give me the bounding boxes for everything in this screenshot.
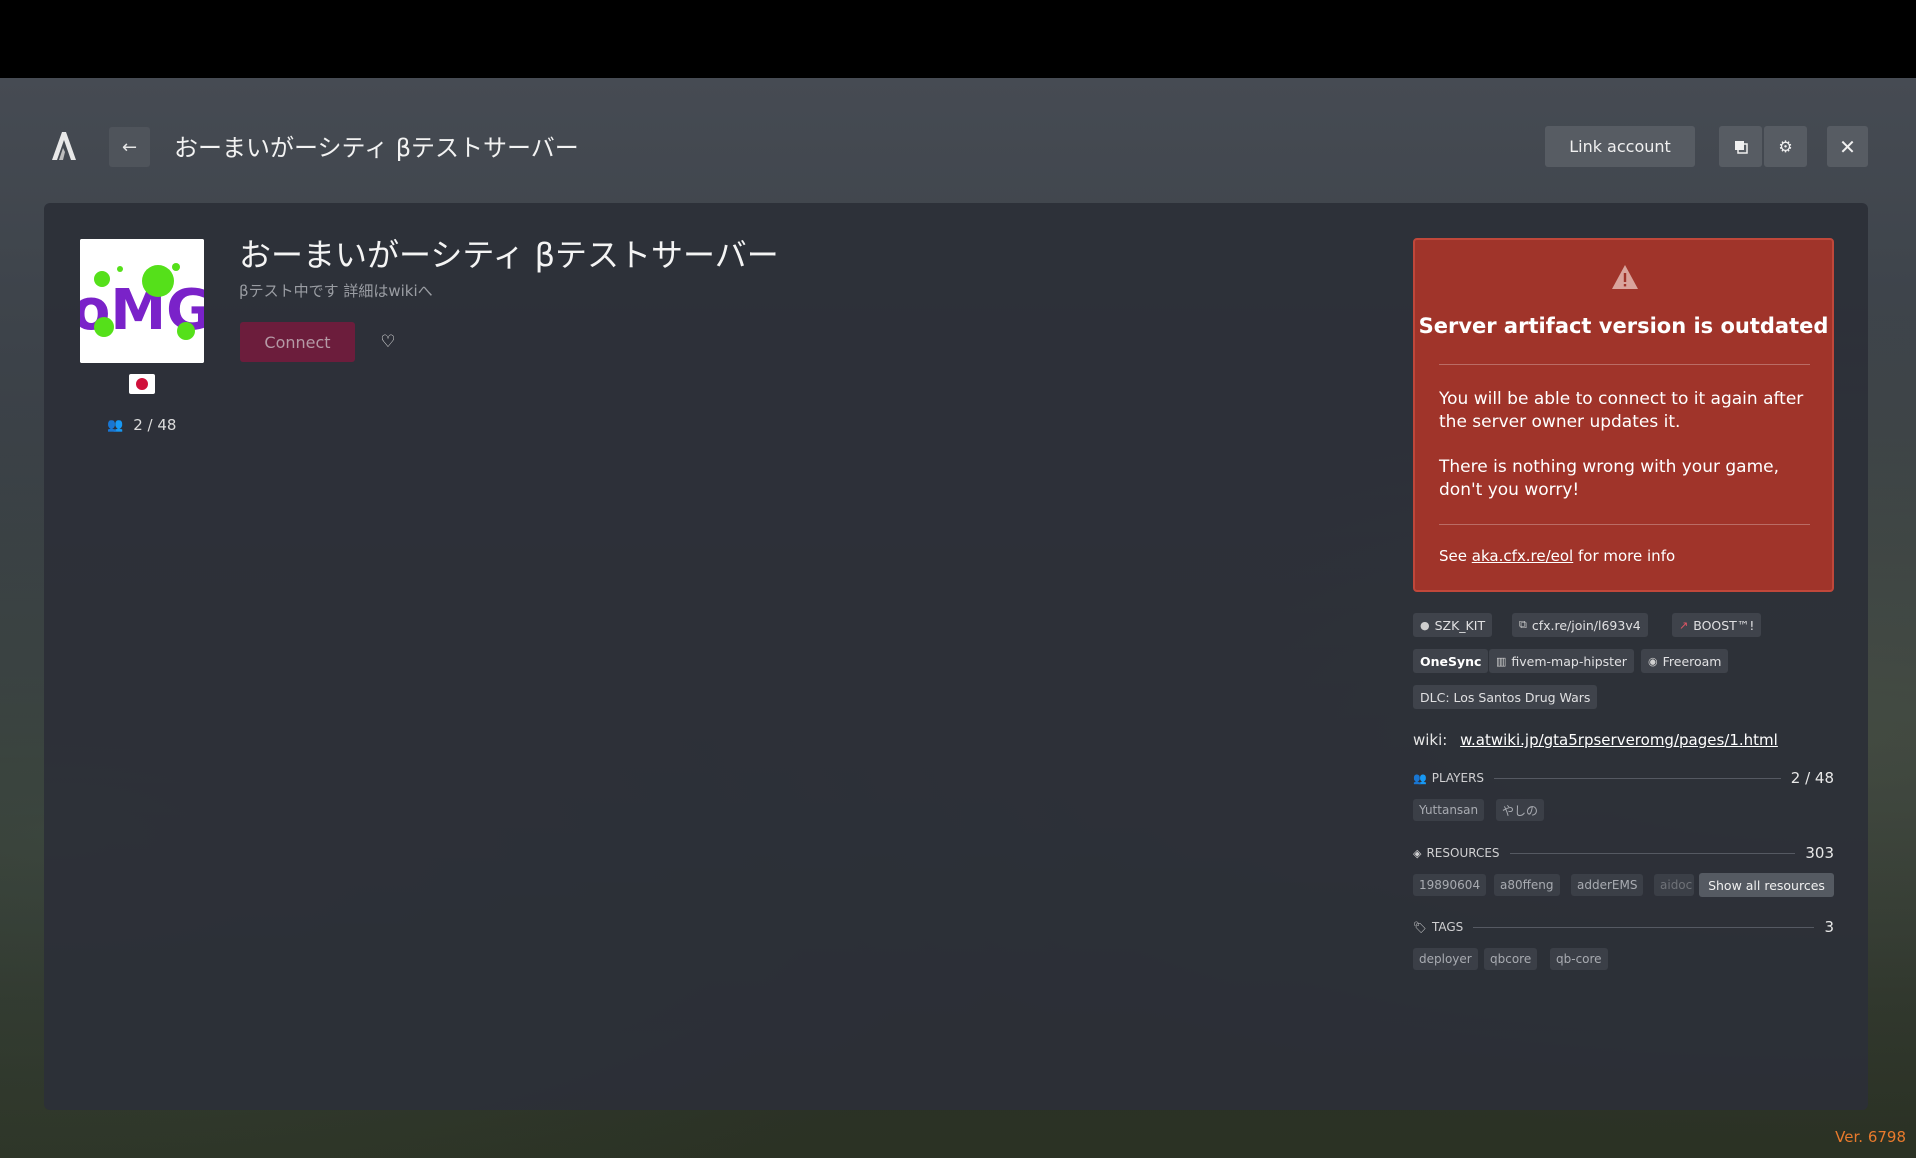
resources-section-header: ◈ RESOURCES 303 [1413, 844, 1834, 862]
back-button[interactable]: ← [109, 127, 150, 167]
favorite-button[interactable]: ♡ [376, 330, 400, 354]
onesync-chip: OneSync [1413, 649, 1489, 673]
country-flag-jp [129, 374, 155, 394]
settings-button[interactable]: ⚙ [1764, 126, 1807, 167]
player-item[interactable]: Yuttansan [1413, 799, 1485, 821]
divider [1439, 524, 1810, 525]
link-account-button[interactable]: Link account [1545, 126, 1695, 167]
resource-item: adderEMS [1571, 874, 1644, 896]
gametype-chip: ◉ Freeroam [1641, 649, 1729, 673]
player-count: 👥 2 / 48 [107, 416, 176, 434]
warning-text-1: You will be able to connect to it again … [1439, 389, 1804, 432]
boost-label: BOOST™! [1693, 617, 1755, 633]
map-chip: ▥ fivem-map-hipster [1489, 649, 1634, 673]
player-item[interactable]: やしの [1496, 799, 1545, 821]
divider [1509, 852, 1796, 854]
tags-label: TAGS [1431, 920, 1464, 934]
warning-title: Server artifact version is outdated [1418, 314, 1829, 338]
server-logo: oMG [80, 239, 204, 363]
resources-count: 303 [1805, 844, 1834, 862]
layers-icon: ◈ [1413, 846, 1422, 860]
server-logo-image: oMG [80, 239, 204, 363]
gametype-label: Freeroam [1662, 653, 1722, 669]
show-all-resources-button[interactable]: Show all resources [1699, 873, 1834, 897]
changelog-icon [1734, 140, 1748, 154]
server-name: おーまいがーシティ βテストサーバー [239, 236, 779, 274]
warning-more-info: See aka.cfx.re/eol for more info [1439, 547, 1675, 565]
tag-item: qb-core [1550, 948, 1608, 970]
players-section-header: 👥 PLAYERS 2 / 48 [1413, 769, 1834, 787]
arrow-left-icon: ← [121, 136, 138, 158]
cfx-logo-icon[interactable] [50, 130, 78, 162]
dlc-chip: DLC: Los Santos Drug Wars [1413, 685, 1598, 709]
map-icon: ▥ [1496, 654, 1507, 668]
join-link-label: cfx.re/join/l693v4 [1531, 617, 1641, 633]
version-label: Ver. 6798 [1835, 1128, 1906, 1146]
close-icon: ✕ [1839, 134, 1856, 159]
changelog-button[interactable] [1719, 126, 1762, 167]
dlc-label: DLC: Los Santos Drug Wars [1420, 689, 1591, 705]
heart-icon: ♡ [380, 332, 396, 352]
boost-chip[interactable]: ↗ BOOST™! [1672, 613, 1762, 637]
warning-text-2: There is nothing wrong with your game, d… [1439, 457, 1780, 500]
gamepad-icon: ◉ [1648, 654, 1658, 668]
see-prefix: See [1439, 547, 1467, 565]
tags-count: 3 [1824, 918, 1834, 936]
player-count-value: 2 / 48 [133, 416, 177, 434]
divider [1494, 777, 1781, 779]
tag-item: qbcore [1484, 948, 1538, 970]
outdated-warning: Server artifact version is outdated You … [1413, 238, 1834, 592]
see-suffix: for more info [1578, 547, 1676, 565]
players-count: 2 / 48 [1790, 769, 1834, 787]
top-black-bar [0, 0, 1916, 78]
join-link-chip[interactable]: ⧉ cfx.re/join/l693v4 [1512, 613, 1648, 637]
map-label: fivem-map-hipster [1511, 653, 1627, 669]
users-icon: 👥 [107, 417, 124, 433]
onesync-label: OneSync [1420, 653, 1482, 669]
wiki-row: wiki: w.atwiki.jp/gta5rpserveromg/pages/… [1413, 731, 1778, 749]
user-icon: ● [1420, 618, 1430, 632]
owner-chip[interactable]: ● SZK_KIT [1413, 613, 1493, 637]
tag-item: deployer [1413, 948, 1478, 970]
server-description: βテスト中です 詳細はwikiへ [239, 282, 433, 300]
wiki-label: wiki: [1413, 731, 1448, 749]
page-title: おーまいがーシティ βテストサーバー [174, 134, 579, 162]
wiki-link[interactable]: w.atwiki.jp/gta5rpserveromg/pages/1.html [1460, 731, 1778, 749]
resource-item: 19890604 [1413, 874, 1487, 896]
gear-icon: ⚙ [1778, 137, 1793, 156]
connect-button[interactable]: Connect [240, 322, 355, 362]
owner-label: SZK_KIT [1434, 617, 1486, 633]
divider [1439, 364, 1810, 365]
close-button[interactable]: ✕ [1827, 126, 1868, 167]
boost-icon: ↗ [1679, 618, 1689, 632]
warning-icon [1612, 265, 1638, 289]
resources-label: RESOURCES [1426, 846, 1500, 860]
divider [1473, 926, 1815, 928]
resource-item: aidoc [1654, 874, 1694, 896]
eol-link[interactable]: aka.cfx.re/eol [1472, 547, 1573, 565]
players-label: PLAYERS [1431, 771, 1485, 785]
tag-icon: 🏷 [1413, 920, 1427, 934]
header-icon-group: ⚙ [1719, 126, 1807, 167]
resource-item: a80ffeng [1494, 874, 1560, 896]
tags-section-header: 🏷 TAGS 3 [1413, 918, 1834, 936]
copy-icon: ⧉ [1519, 618, 1527, 631]
users-icon: 👥 [1413, 771, 1427, 785]
